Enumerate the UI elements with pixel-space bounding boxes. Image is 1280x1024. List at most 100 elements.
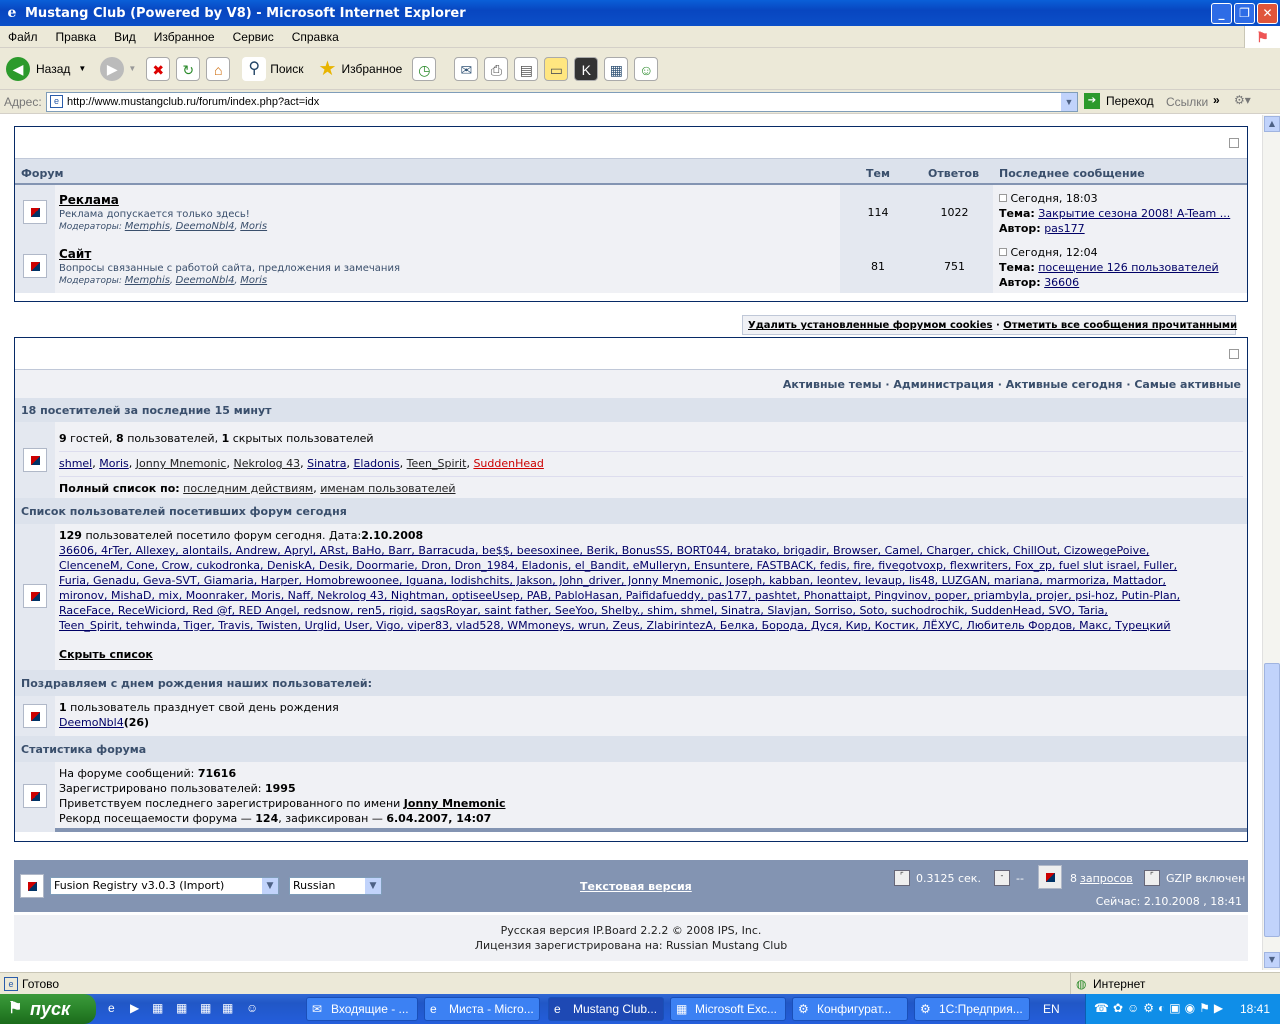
tools-icon[interactable]: ⚙▾ [1234, 93, 1251, 107]
today-users-line[interactable]: RaceFace, ReceWiciord, Red @f, RED Angel… [59, 603, 1243, 618]
note-icon[interactable]: ▭ [544, 56, 569, 81]
delete-cookies-link[interactable]: Удалить установленные форумом cookies [748, 320, 992, 331]
active-topics-link[interactable]: Активные темы [783, 378, 882, 391]
refresh-icon[interactable]: ↻ [176, 56, 201, 81]
menu-favorites[interactable]: Избранное [150, 30, 219, 44]
last-topic-link[interactable]: посещение 126 пользователей [1038, 261, 1218, 274]
quicklaunch-app-icon[interactable]: ▦ [222, 1001, 233, 1015]
administration-link[interactable]: Администрация [893, 378, 994, 391]
last-author-link[interactable]: 36606 [1044, 276, 1079, 289]
text-version-link[interactable]: Текстовая версия [580, 880, 692, 893]
scroll-up-icon[interactable]: ▲ [1264, 116, 1280, 132]
last-topic-link[interactable]: Закрытие сезона 2008! A-Team ... [1038, 207, 1230, 220]
print-icon[interactable]: ⎙ [484, 56, 509, 81]
scroll-thumb[interactable] [1264, 663, 1280, 937]
menu-view[interactable]: Вид [110, 30, 140, 44]
online-user-link[interactable]: SuddenHead [473, 457, 543, 470]
close-button[interactable]: ✕ [1257, 3, 1278, 24]
language-select[interactable]: Russian ▼ [289, 877, 382, 895]
online-user-link[interactable]: shmel [59, 457, 92, 470]
forum-name-link[interactable]: Реклама [59, 193, 119, 207]
messenger-icon[interactable]: ☺ [634, 56, 659, 81]
task-button[interactable]: ✉ Входящие - ... [306, 997, 418, 1021]
task-button[interactable]: ⚙ 1С:Предприя... [914, 997, 1030, 1021]
collapse-icon[interactable] [1229, 138, 1239, 148]
go-button[interactable]: ➔ Переход [1084, 93, 1154, 109]
task-label: Microsoft Exc... [695, 1002, 778, 1016]
tray-icons[interactable]: ☎✿☺⚙◐▣◉⚑▶ [1094, 1001, 1227, 1015]
maximize-button[interactable]: ❐ [1234, 3, 1255, 24]
menu-file[interactable]: Файл [4, 30, 42, 44]
task-button[interactable]: e Mustang Club... [548, 997, 664, 1021]
search-button[interactable]: ⚲ Поиск [242, 56, 304, 81]
forward-button[interactable]: ▶ ▼ [100, 56, 136, 81]
today-users-line[interactable]: Teen_Spirit, tehwinda, Tiger, Travis, Tw… [59, 618, 1243, 633]
skin-select[interactable]: Fusion Registry v3.0.3 (Import) ▼ [50, 877, 279, 895]
by-last-action-link[interactable]: последним действиям [183, 482, 313, 495]
online-user-link[interactable]: Teen_Spirit [407, 457, 467, 470]
quicklaunch-app-icon[interactable]: ▦ [200, 1001, 211, 1015]
hide-list-link[interactable]: Скрыть список [59, 648, 153, 661]
address-dropdown-icon[interactable]: ▼ [1061, 93, 1077, 111]
history-icon[interactable]: ◷ [412, 56, 437, 81]
mark-read-link[interactable]: Отметить все сообщения прочитанными [1003, 320, 1237, 331]
edit-icon[interactable]: ▤ [514, 56, 539, 81]
home-icon[interactable]: ⌂ [206, 56, 231, 81]
task-button[interactable]: ▦ Microsoft Exc... [670, 997, 786, 1021]
links-label[interactable]: Ссылки [1166, 95, 1208, 109]
research-icon[interactable]: ▦ [604, 56, 629, 81]
scroll-down-icon[interactable]: ▼ [1264, 952, 1280, 968]
newest-member-link[interactable]: Jonny Mnemonic [404, 797, 506, 810]
today-users-line[interactable]: Furia, Genadu, Geva-SVT, Giamaria, Harpe… [59, 573, 1243, 588]
most-active-link[interactable]: Самые активные [1134, 378, 1241, 391]
start-button[interactable]: ⚑ пуск [0, 994, 96, 1024]
last-post-icon[interactable] [999, 194, 1007, 202]
task-button[interactable]: e Миста - Micro... [424, 997, 540, 1021]
today-users-line[interactable]: 36606, 4rTer, Allexey, alontails, Andrew… [59, 543, 1243, 558]
k-icon[interactable]: K [574, 56, 599, 81]
active-today-link[interactable]: Активные сегодня [1006, 378, 1123, 391]
moderator-link[interactable]: Moris [240, 221, 267, 232]
address-input[interactable]: e http://www.mustangclub.ru/forum/index.… [46, 92, 1078, 112]
moderator-link[interactable]: DeemoNbl4 [176, 275, 235, 286]
birthday-user-link[interactable]: DeemoNbl4 [59, 716, 124, 729]
by-username-link[interactable]: именам пользователей [320, 482, 455, 495]
moderator-link[interactable]: Moris [240, 275, 267, 286]
minimize-button[interactable]: _ [1211, 3, 1232, 24]
online-user-link[interactable]: Nekrolog 43 [233, 457, 300, 470]
back-button[interactable]: ◀ Назад ▼ [6, 56, 86, 81]
moderators-label: Модераторы: [59, 222, 122, 232]
collapse-icon[interactable] [1229, 349, 1239, 359]
last-post-icon[interactable] [999, 248, 1007, 256]
online-user-link[interactable]: Sinatra [307, 457, 346, 470]
quicklaunch-ie-icon[interactable]: e [108, 1001, 115, 1015]
online-user-link[interactable]: Jonny Mnemonic [136, 457, 227, 470]
guests-label: гостей, [70, 432, 113, 445]
forum-name-link[interactable]: Сайт [59, 247, 91, 261]
separator: · [995, 320, 1000, 331]
online-user-link[interactable]: Moris [99, 457, 129, 470]
quicklaunch-app-icon[interactable]: ☺ [246, 1001, 258, 1015]
quicklaunch-app-icon[interactable]: ▦ [152, 1001, 163, 1015]
vertical-scrollbar[interactable]: ▲ ▼ [1262, 115, 1280, 970]
quicklaunch-media-icon[interactable]: ▶ [130, 1001, 139, 1015]
stop-icon[interactable]: ✖ [146, 56, 171, 81]
mail-icon[interactable]: ✉ [454, 56, 479, 81]
menu-help[interactable]: Справка [288, 30, 343, 44]
last-author-link[interactable]: pas177 [1044, 222, 1084, 235]
back-dropdown-icon[interactable]: ▼ [78, 64, 86, 73]
menu-tools[interactable]: Сервис [229, 30, 278, 44]
menu-edit[interactable]: Правка [52, 30, 101, 44]
links-expand-icon[interactable]: » [1213, 93, 1220, 107]
online-user-link[interactable]: Eladonis [353, 457, 399, 470]
today-users-line[interactable]: mironov, MishaD, mix, Moonraker, Moris, … [59, 588, 1243, 603]
moderator-link[interactable]: Memphis [125, 275, 170, 286]
favorites-button[interactable]: ★ Избранное [316, 57, 403, 81]
quicklaunch-app-icon[interactable]: ▦ [176, 1001, 187, 1015]
moderator-link[interactable]: Memphis [125, 221, 170, 232]
task-button[interactable]: ⚙ Конфигурат... [792, 997, 908, 1021]
moderator-link[interactable]: DeemoNbl4 [176, 221, 235, 232]
language-indicator[interactable]: EN [1043, 1002, 1060, 1016]
today-users-line[interactable]: ClenceneM, Cone, Crow, cukodronka, Denis… [59, 558, 1243, 573]
queries-link[interactable]: запросов [1080, 872, 1133, 885]
